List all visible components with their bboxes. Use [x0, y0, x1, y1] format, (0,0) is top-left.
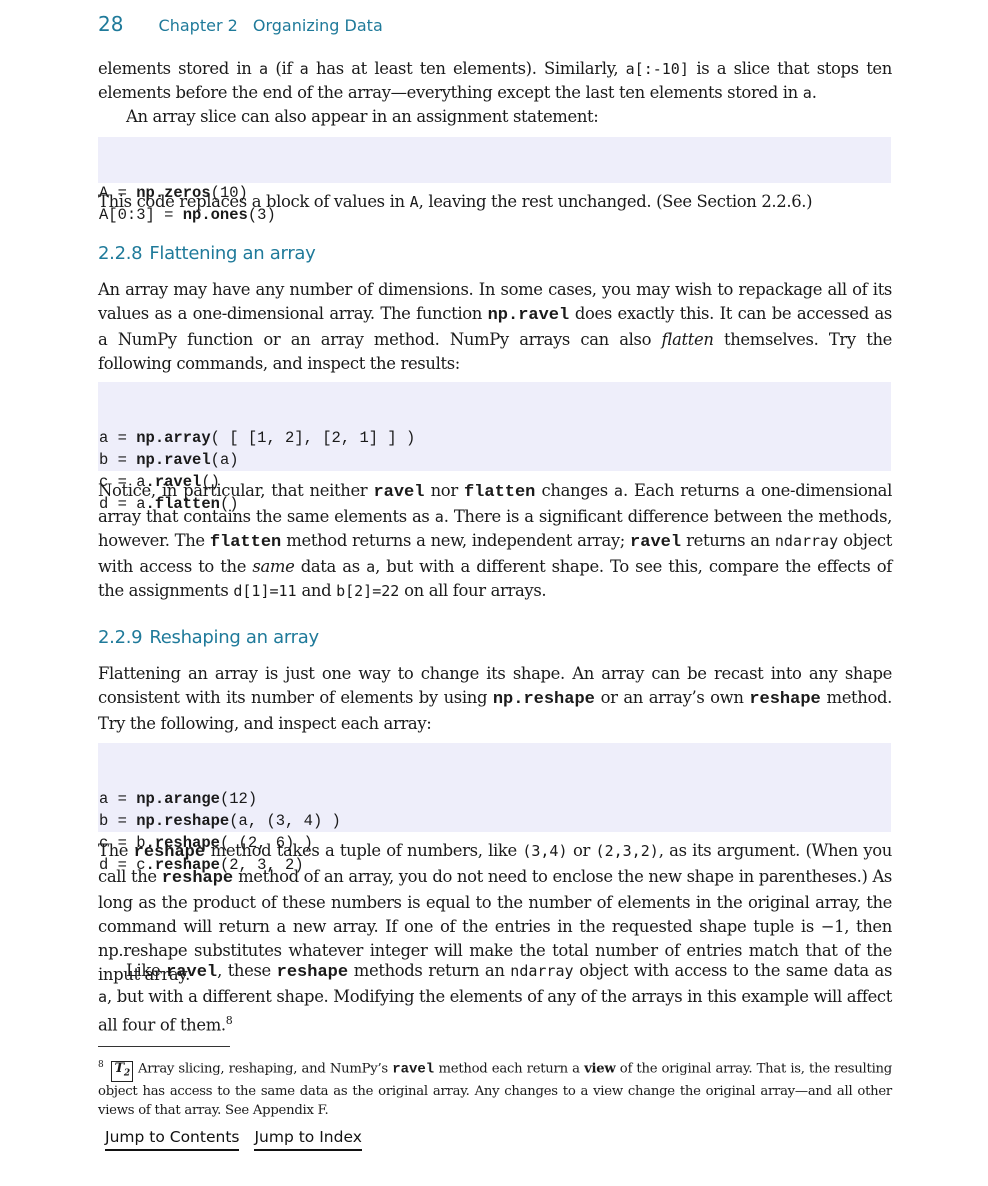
chapter-label: Chapter 2 — [158, 16, 238, 35]
footnote-divider — [98, 1046, 230, 1047]
track-2-badge-icon: T2 — [111, 1061, 133, 1082]
paragraph-slice-continuation: elements stored in a (if a has at least … — [98, 59, 892, 102]
running-head: 28 Chapter 2 Organizing Data — [98, 12, 383, 36]
footnote-reference[interactable]: 8 — [226, 1014, 233, 1027]
code-block-assignment: A = np.zeros(10) A[0:3] = np.ones(3) — [98, 137, 891, 224]
paragraph-ravel-vs-flatten: Notice, in particular, that neither rave… — [98, 481, 892, 600]
section-heading-reshaping: 2.2.9 Reshaping an array — [98, 627, 319, 648]
page-number: 28 — [98, 12, 124, 36]
code-block-reshaping: a = np.arange(12) b = np.reshape(a, (3, 4… — [98, 743, 891, 874]
jump-to-index-link[interactable]: Jump to Index — [254, 1128, 362, 1151]
paragraph-code-explanation: This code replaces a block of values in … — [98, 192, 813, 211]
footnote-marker: 8 — [98, 1060, 104, 1070]
paragraph-flattening-intro: An array may have any number of dimensio… — [98, 280, 892, 373]
jump-to-contents-link[interactable]: Jump to Contents — [105, 1128, 240, 1151]
paragraph-assignment-intro: An array slice can also appear in an ass… — [126, 107, 599, 126]
paragraph-reshape-views: Like ravel, these reshape methods return… — [98, 961, 893, 1035]
paragraph-reshaping-intro: Flattening an array is just one way to c… — [98, 664, 893, 733]
chapter-title: Organizing Data — [252, 16, 383, 35]
code-line: b = np.ravel(a) — [99, 451, 239, 469]
code-line: a = np.arange(12) — [99, 790, 258, 808]
code-line: b = np.reshape(a, (3, 4) ) — [99, 812, 341, 830]
code-line: a = np.array( [ [1, 2], [2, 1] ] ) — [99, 429, 416, 447]
section-heading-flattening: 2.2.8 Flattening an array — [98, 243, 316, 264]
page-navigation: Jump to Contents Jump to Index — [105, 1128, 377, 1151]
code-block-flattening: a = np.array( [ [1, 2], [2, 1] ] ) b = np… — [98, 382, 891, 513]
footnote-8: 8 T2 Array slicing, reshaping, and NumPy’s… — [98, 1060, 892, 1119]
